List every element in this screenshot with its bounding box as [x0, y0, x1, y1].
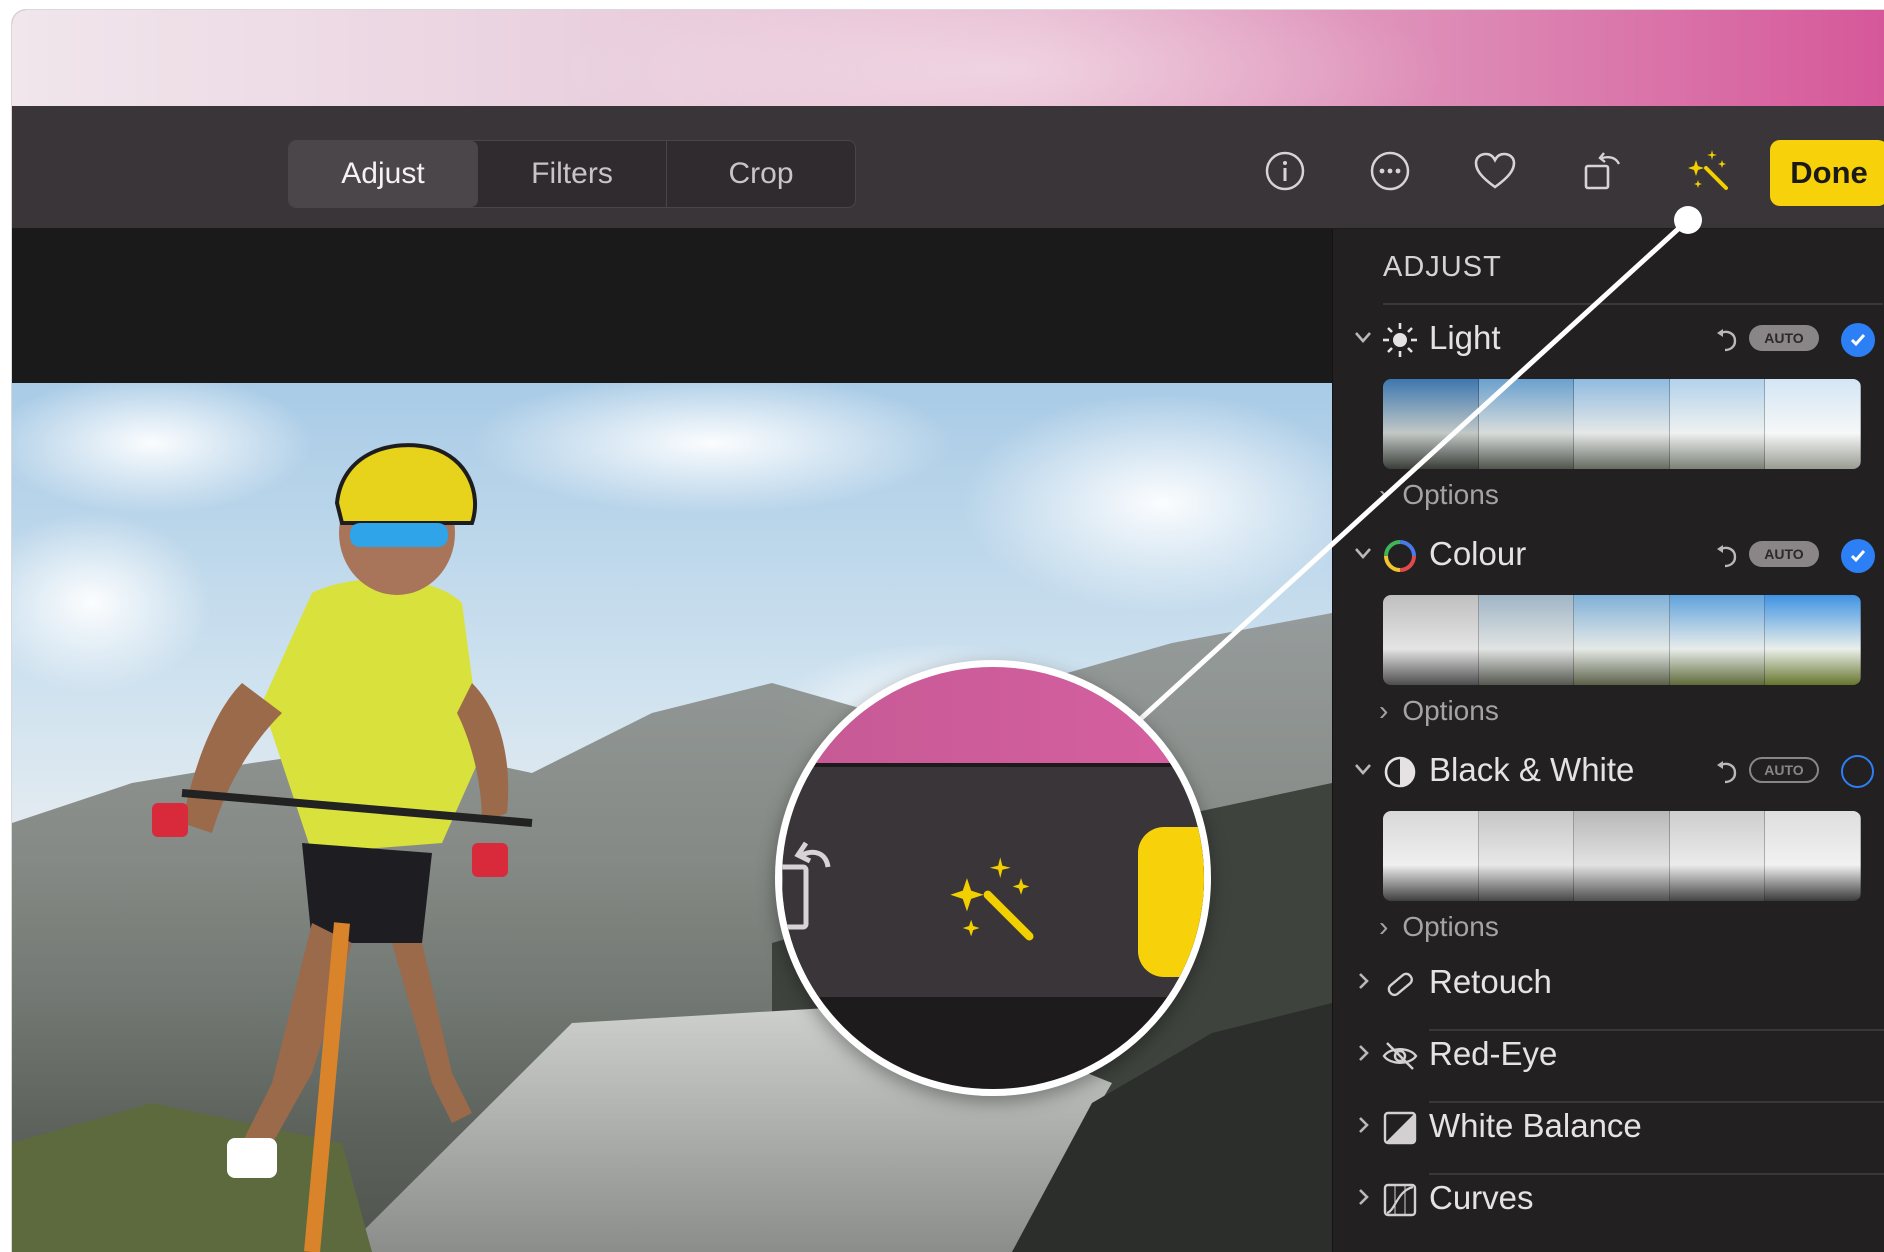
photos-edit-window: Adjust Filters Crop Done ADJUST Light AU…	[12, 10, 1884, 1252]
rotate-icon	[782, 841, 831, 930]
magic-wand-icon	[950, 857, 1034, 941]
done-button	[1138, 827, 1204, 977]
magnified-toolbar-callout	[775, 660, 1211, 1096]
